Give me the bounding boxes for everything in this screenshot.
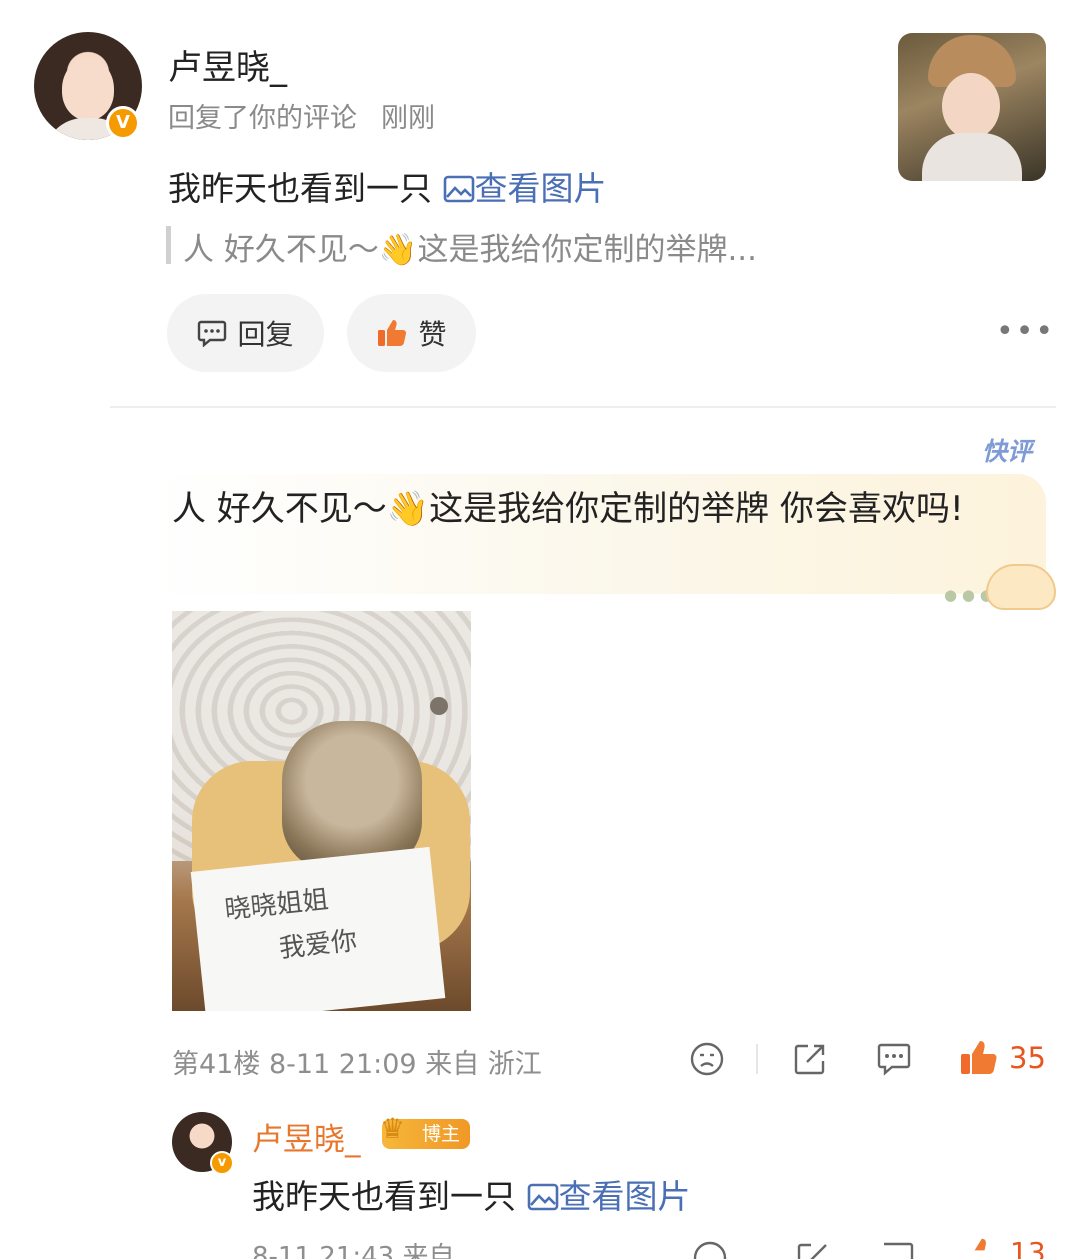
sub-reply-like-count: 13 bbox=[1010, 1236, 1046, 1259]
comment-meta: 第41楼 8-11 21:09 来自 浙江 bbox=[172, 1049, 542, 1080]
thumbnail-body bbox=[922, 133, 1022, 181]
dislike-face-icon[interactable] bbox=[692, 1240, 728, 1259]
like-count: 35 bbox=[1009, 1041, 1046, 1075]
reply-button-label: 回复 bbox=[237, 318, 294, 351]
image-icon bbox=[527, 1183, 558, 1211]
avatar-face bbox=[62, 58, 114, 120]
username[interactable]: 卢昱晓_ bbox=[168, 40, 287, 89]
icon-separator bbox=[756, 1044, 758, 1074]
reply-username[interactable]: 卢昱晓_ bbox=[252, 1114, 361, 1159]
crown-icon: ♛ bbox=[380, 1112, 406, 1145]
comment-icon bbox=[198, 320, 227, 347]
photo-dog bbox=[282, 721, 422, 871]
more-options-icon[interactable]: ••• bbox=[996, 314, 1055, 349]
thumbs-up-icon[interactable] bbox=[958, 1038, 998, 1078]
comment-text[interactable]: 人 好久不见～👋这是我给你定制的举牌 你会喜欢吗! bbox=[172, 482, 1012, 536]
view-image-link[interactable]: 查看图片 bbox=[527, 1177, 691, 1216]
like-button-label: 赞 bbox=[418, 318, 447, 351]
notification-meta: 回复了你的评论 刚刚 bbox=[168, 96, 435, 135]
reply-button[interactable]: 回复 bbox=[167, 294, 324, 372]
photo-door-knob bbox=[430, 697, 448, 715]
quick-comment-tag: 快评 bbox=[982, 437, 1033, 466]
timestamp: 刚刚 bbox=[381, 103, 435, 134]
sub-reply-meta: 8-11 21:43 来自 bbox=[252, 1242, 455, 1259]
like-button[interactable]: 赞 bbox=[347, 294, 476, 372]
image-icon bbox=[443, 175, 474, 203]
comment-icon[interactable] bbox=[876, 1041, 912, 1077]
photo-sign: 晓晓姐姐 我爱你 bbox=[190, 846, 446, 1011]
share-icon[interactable] bbox=[795, 1240, 831, 1259]
share-icon[interactable] bbox=[792, 1041, 828, 1077]
mascot-sticker bbox=[986, 564, 1056, 610]
dislike-face-icon[interactable] bbox=[689, 1041, 725, 1077]
verified-badge: v bbox=[210, 1151, 234, 1175]
view-image-link[interactable]: 查看图片 bbox=[443, 169, 607, 208]
divider bbox=[110, 406, 1056, 408]
verified-badge: V bbox=[106, 106, 140, 140]
action-text: 回复了你的评论 bbox=[168, 103, 357, 134]
comment-photo[interactable]: 晓晓姐姐 我爱你 bbox=[172, 611, 471, 1011]
quote-bar bbox=[166, 226, 171, 264]
reply-content: 我昨天也看到一只 查看图片 bbox=[168, 162, 607, 210]
original-post-thumbnail[interactable] bbox=[898, 33, 1046, 181]
thumbnail-face bbox=[942, 73, 1000, 139]
sub-reply-text: 我昨天也看到一只 bbox=[252, 1177, 516, 1216]
sub-reply-content: 我昨天也看到一只 查看图片 bbox=[252, 1170, 691, 1218]
comment-icon[interactable] bbox=[879, 1240, 915, 1259]
quoted-comment[interactable]: 人 好久不见～👋这是我给你定制的举牌... bbox=[183, 224, 757, 269]
view-image-label: 查看图片 bbox=[474, 169, 607, 208]
thumbs-up-icon bbox=[378, 320, 407, 347]
reply-text: 我昨天也看到一只 bbox=[168, 169, 432, 208]
view-image-label: 查看图片 bbox=[558, 1177, 691, 1216]
thumbs-up-icon[interactable] bbox=[962, 1236, 998, 1259]
